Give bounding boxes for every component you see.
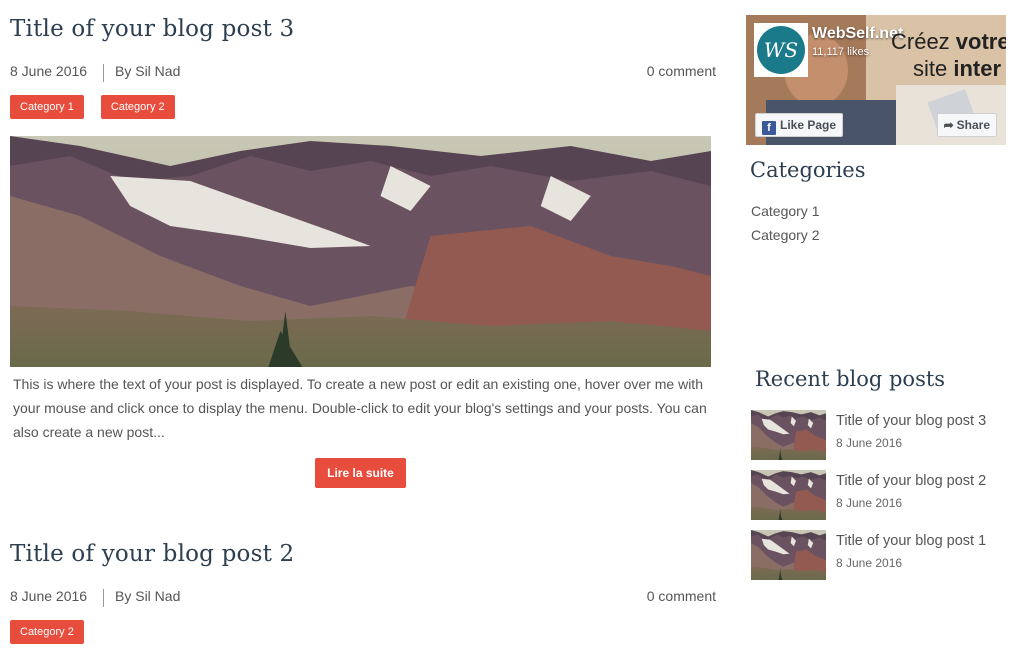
category-tag[interactable]: Category 1	[10, 95, 84, 119]
post-date: 8 June 2016	[10, 63, 88, 79]
post-author[interactable]: By Sil Nad	[115, 588, 180, 604]
post-featured-image[interactable]	[10, 136, 711, 367]
post-title[interactable]: Title of your blog post 2	[10, 541, 294, 567]
categories-heading: Categories	[750, 158, 866, 182]
facebook-like-count: 11,117 likes	[812, 46, 870, 58]
recent-post-date: 8 June 2016	[836, 556, 903, 570]
cover-tagline-line2: site inter	[913, 56, 1002, 81]
post-meta: 8 June 2016 By Sil Nad 0 comment	[10, 588, 716, 608]
category-tag[interactable]: Category 2	[100, 95, 175, 119]
post-date: 8 June 2016	[10, 588, 88, 604]
post-categories: Category 2	[10, 620, 101, 644]
post-comments-link[interactable]: 0 comment	[647, 63, 716, 79]
post-meta: 8 June 2016 By Sil Nad 0 comment	[10, 63, 716, 83]
like-page-label: Like Page	[780, 118, 837, 132]
share-label: Share	[956, 118, 990, 132]
recent-posts-heading: Recent blog posts	[755, 367, 946, 391]
facebook-f-icon: f	[762, 121, 776, 135]
recent-post-title[interactable]: Title of your blog post 2	[836, 473, 986, 489]
category-tag[interactable]: Category 2	[10, 620, 84, 644]
facebook-share-button[interactable]: ➦ Share	[936, 113, 997, 137]
post-author[interactable]: By Sil Nad	[115, 63, 180, 79]
sidebar-category-link[interactable]: Category 2	[751, 227, 819, 243]
recent-post-title[interactable]: Title of your blog post 3	[836, 413, 986, 429]
post-excerpt: This is where the text of your post is d…	[13, 376, 707, 440]
recent-post-thumbnail[interactable]	[751, 530, 826, 580]
post-title[interactable]: Title of your blog post 3	[10, 16, 294, 42]
webself-logo-mark: WS	[757, 26, 805, 74]
post-categories: Category 1 Category 2	[10, 95, 192, 119]
facebook-like-page-button[interactable]: f Like Page	[755, 113, 844, 137]
meta-divider	[103, 64, 104, 82]
recent-post-thumbnail[interactable]	[751, 410, 826, 460]
recent-post-date: 8 June 2016	[836, 436, 903, 450]
recent-post-item[interactable]: Title of your blog post 2 8 June 2016	[751, 470, 1006, 520]
meta-divider	[103, 589, 104, 607]
share-arrow-icon: ➦	[943, 118, 954, 132]
recent-post-item[interactable]: Title of your blog post 3 8 June 2016	[751, 410, 1006, 460]
recent-post-title[interactable]: Title of your blog post 1	[836, 533, 986, 549]
cover-tagline-line1: Créez votre	[891, 29, 1006, 54]
facebook-page-name[interactable]: WebSelf.net	[812, 25, 903, 43]
sidebar-category-link[interactable]: Category 1	[751, 203, 819, 219]
recent-post-item[interactable]: Title of your blog post 1 8 June 2016	[751, 530, 1006, 580]
recent-post-thumbnail[interactable]	[751, 470, 826, 520]
read-more-button[interactable]: Lire la suite	[315, 458, 406, 488]
post-comments-link[interactable]: 0 comment	[647, 588, 716, 604]
webself-logo[interactable]: WS	[754, 23, 808, 77]
recent-post-date: 8 June 2016	[836, 496, 903, 510]
facebook-page-widget[interactable]: WS WebSelf.net 11,117 likes Créez votre …	[746, 15, 1006, 145]
